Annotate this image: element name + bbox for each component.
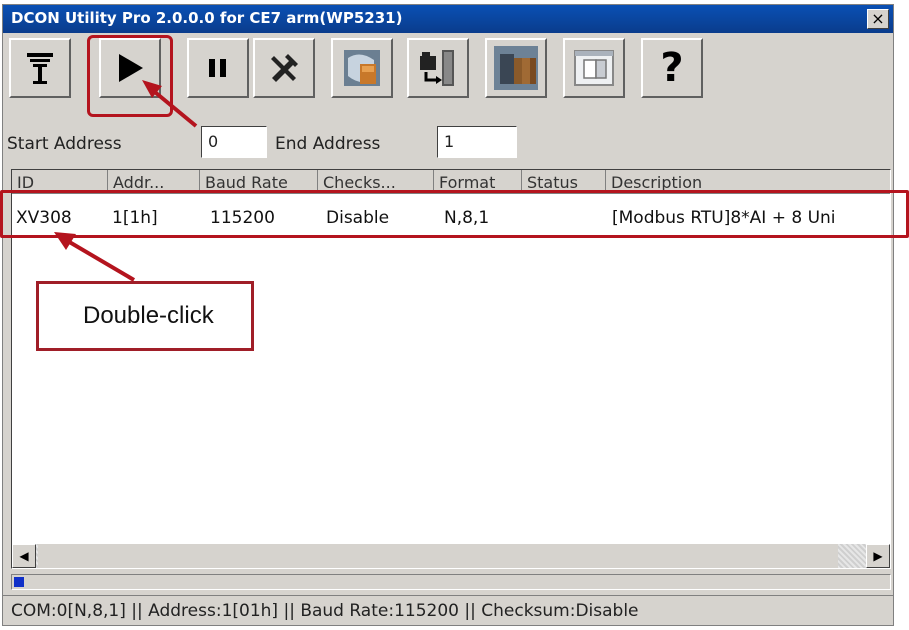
- pause-icon: [209, 59, 226, 77]
- end-address-label: End Address: [275, 134, 381, 154]
- scroll-right-button[interactable]: ▶: [866, 544, 890, 568]
- transfer-icon: [420, 50, 454, 86]
- double-click-callout: Double-click: [36, 281, 254, 351]
- module-config-button[interactable]: [331, 38, 393, 98]
- pause-button[interactable]: [187, 38, 249, 98]
- progress-fill: [14, 577, 24, 587]
- start-address-label: Start Address: [7, 134, 122, 154]
- help-icon: ?: [660, 45, 684, 91]
- module-rack-icon: [494, 46, 538, 90]
- horizontal-scrollbar[interactable]: ◀ ▶: [12, 544, 890, 568]
- status-bar: COM:0[N,8,1] || Address:1[01h] || Baud R…: [3, 595, 893, 625]
- document-window-button[interactable]: [563, 38, 625, 98]
- document-window-icon: [574, 50, 614, 86]
- row-highlight: [0, 190, 909, 238]
- close-button[interactable]: ×: [867, 9, 889, 29]
- module-rack-button[interactable]: [485, 38, 547, 98]
- help-button[interactable]: ?: [641, 38, 703, 98]
- scrollbar-thumb[interactable]: [38, 544, 838, 568]
- end-address-input[interactable]: 1: [437, 126, 517, 158]
- progress-bar: [11, 574, 891, 590]
- module-config-icon: [344, 50, 380, 86]
- transfer-button[interactable]: [407, 38, 469, 98]
- com-port-icon: [27, 53, 53, 84]
- window-title: DCON Utility Pro 2.0.0.0 for CE7 arm(WP5…: [11, 9, 403, 27]
- start-address-input[interactable]: 0: [201, 126, 267, 158]
- scroll-left-button[interactable]: ◀: [12, 544, 36, 568]
- title-bar[interactable]: DCON Utility Pro 2.0.0.0 for CE7 arm(WP5…: [3, 5, 893, 33]
- tools-icon: [271, 54, 298, 82]
- tools-button[interactable]: [253, 38, 315, 98]
- play-button-highlight: [87, 35, 173, 117]
- com-port-button[interactable]: [9, 38, 71, 98]
